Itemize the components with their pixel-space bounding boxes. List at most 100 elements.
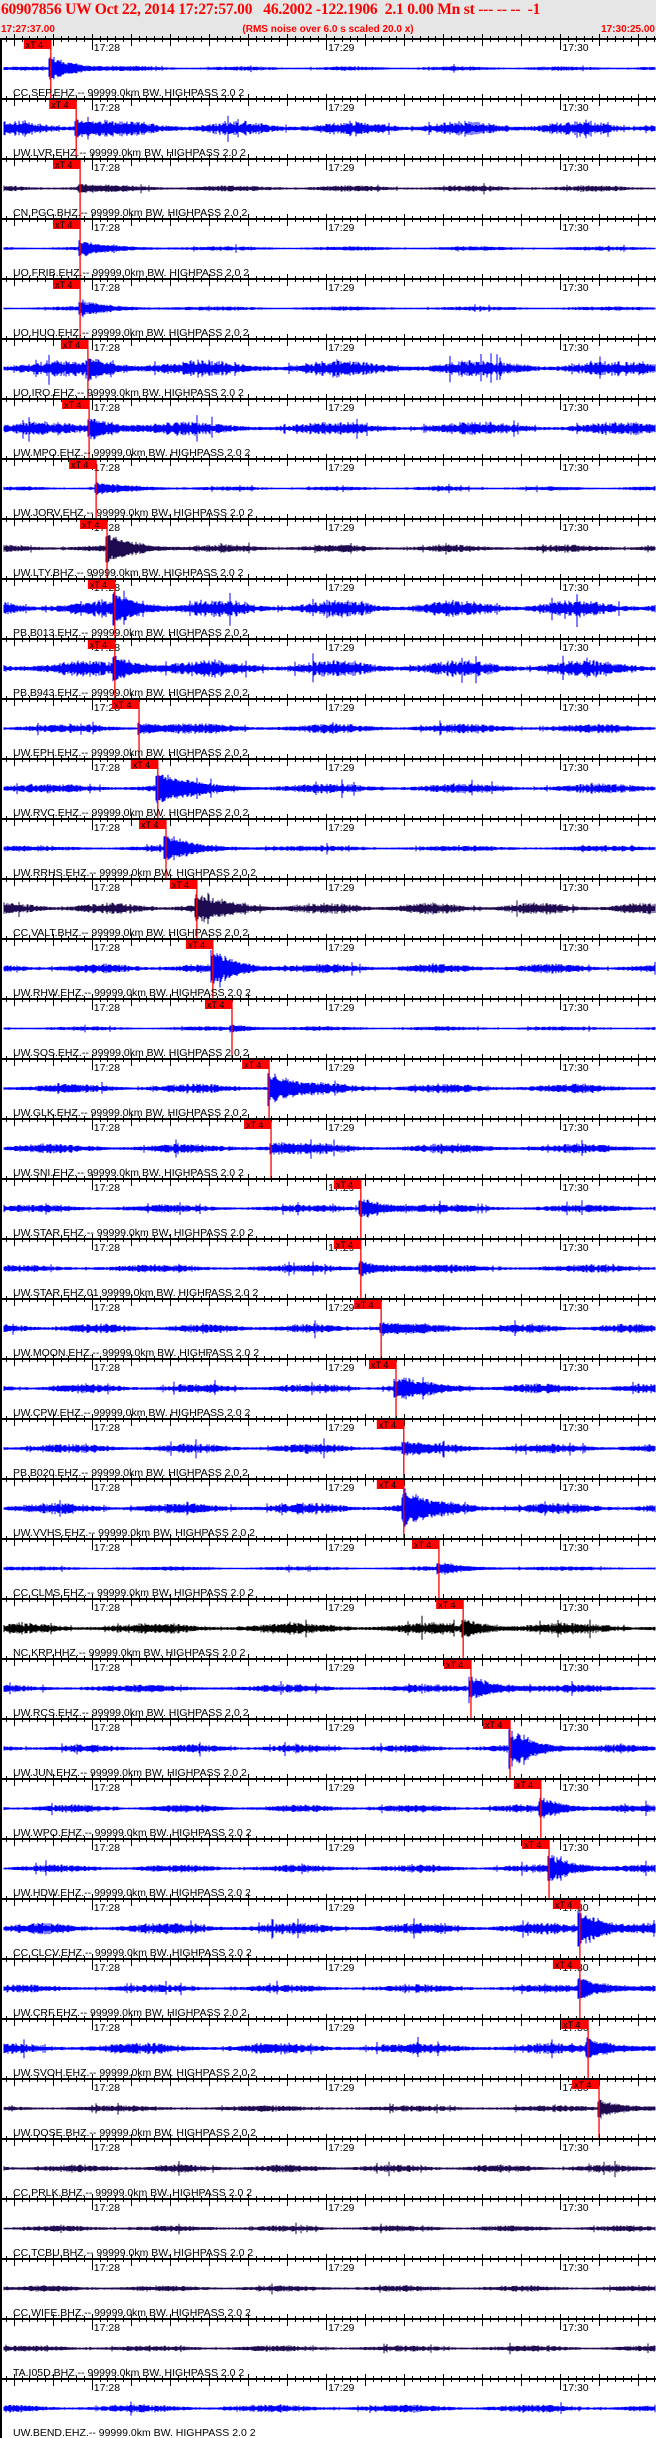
trace-plot: 17:28 17:29 17:30xT 4UW.RVC.EHZ.-- 99999.0… <box>2 754 656 819</box>
time-tick-label: 17:30 <box>562 42 588 54</box>
time-tick-label: 17:30 <box>562 1362 588 1374</box>
pick-label: xT 4 <box>379 1480 396 1490</box>
pick-label: xT 4 <box>82 520 99 530</box>
trace-plot: 17:28 17:29 17:30xT 4UW.MOON.EHZ.-- 99999.… <box>2 1294 656 1359</box>
trace-panel: 17:28 17:29 17:30 xT 4 CC.SEP.EHZ.-- 99999.0… <box>2 34 656 99</box>
trace-panel: 17:2817:2917:30xT 4UW.LTY.BHZ.-- 99999.0… <box>2 514 656 579</box>
time-tick-label: 17:28 <box>94 1842 120 1854</box>
pick-label: xT 4 <box>114 700 131 710</box>
trace-panel: 17:28 17:29 17:30 xT 4 UO.FRIB.EHZ.-- 99999.… <box>2 214 656 279</box>
time-tick-label: 17:29 <box>328 42 354 54</box>
time-tick-label: 17:29 <box>328 282 354 294</box>
time-tick-label: 17:30 <box>562 342 588 354</box>
trace-panel: 17:28 17:29 17:30 xT 4 UW.LVR.EHZ.-- 99999.0… <box>2 94 656 159</box>
trace-plot: 17:28 17:29 17:30xT 4UW.RRHS.EHZ.-- 99999.… <box>2 814 656 879</box>
trace-panel: 17:28 17:29 17:30 xT 4 CC.CLMS.EHZ.-- 99999.… <box>2 1534 656 1599</box>
pick-label: xT 4 <box>244 1060 261 1070</box>
waveform <box>3 720 656 736</box>
trace-plot: 17:28 17:29 17:30xT 4NC.KRP.HHZ.-- 99999.0… <box>2 1594 656 1659</box>
time-tick-label: 17:28 <box>94 342 120 354</box>
trace-panel: 17:28 17:29 17:30 xT 4 UW.RVC.EHZ.-- 99999.0… <box>2 754 656 819</box>
time-tick-label: 17:30 <box>562 1482 588 1494</box>
trace-panel: 17:28 17:29 17:30 xT 4 UW.EPH.EHZ.-- 99999.0… <box>2 694 656 759</box>
trace-panel: 17:28 17:29 17:30 xT 4 UW.JORV.EHZ.-- 99999.… <box>2 454 656 519</box>
time-tick-label: 17:29 <box>328 2082 354 2094</box>
time-tick-label: 17:30 <box>562 1722 588 1734</box>
pick-label: xT 4 <box>133 760 150 770</box>
trace-panel: 17:28 17:29 17:30 xT 4 UW.RHW.EHZ.-- 99999.0… <box>2 934 656 999</box>
pick-label: xT 4 <box>90 640 107 650</box>
time-tick-label: 17:28 <box>94 1122 120 1134</box>
pick-label: xT 4 <box>524 1840 541 1850</box>
pick-label: xT 4 <box>438 1600 455 1610</box>
trace-panel: 17:28 17:29 17:30 UW.BEND.EHZ.-- 99999.0km … <box>2 2374 656 2438</box>
time-tick-label: 17:28 <box>94 462 120 474</box>
time-tick-label: 17:30 <box>562 1182 588 1194</box>
time-tick-label: 17:29 <box>328 342 354 354</box>
trace-plot: 17:28 17:29 17:30xT 4UO.HUO.EHZ.-- 99999.0… <box>2 274 656 339</box>
time-tick-label: 17:30 <box>562 1602 588 1614</box>
pick-label: xT 4 <box>246 1120 263 1130</box>
time-tick-label: 17:29 <box>328 1962 354 1974</box>
time-tick-label: 17:29 <box>328 2382 354 2394</box>
time-tick-label: 17:29 <box>328 1602 354 1614</box>
trace-plot: 17:28 17:29 17:30TA.I05D.BHZ.-- 99999.0km … <box>2 2314 656 2379</box>
time-tick-label: 17:29 <box>328 762 354 774</box>
trace-plot: 17:28 17:29 17:30CC.PRLK.BHZ.-- 99999.0km … <box>2 2134 656 2199</box>
waveform <box>3 1139 656 1159</box>
trace-panel: 17:28 17:29 17:30 xT 4 UW.SNI.EHZ.-- 99999.0… <box>2 1114 656 1179</box>
time-tick-label: 17:30 <box>562 2202 588 2214</box>
trace-panel: 17:28 17:29 17:30 xT 4 UW.GLK.EHZ.-- 99999.0… <box>2 1054 656 1119</box>
time-tick-label: 17:28 <box>94 762 120 774</box>
pick-label: xT 4 <box>563 2020 580 2030</box>
pick-label: xT 4 <box>172 880 189 890</box>
trace-plot: 17:28 17:29 17:30xT 4UO.IRO.EHZ.-- 99999.0… <box>2 334 656 399</box>
time-tick-label: 17:30 <box>562 702 588 714</box>
time-tick-label: 17:28 <box>94 1542 120 1554</box>
trace-plot: 17:28 17:29 17:30 UW.BEND.EHZ.-- 99999.0km … <box>2 2374 656 2438</box>
waveform <box>3 240 656 257</box>
time-tick-label: 17:29 <box>328 222 354 234</box>
pick-label: xT 4 <box>51 100 68 110</box>
waveform <box>3 774 656 804</box>
trace-plot: 17:28 17:29 17:30CC.TCBU.BHZ.-- 99999.0km … <box>2 2194 656 2259</box>
pick-label: xT 4 <box>371 1360 388 1370</box>
time-tick-label: 17:28 <box>94 882 120 894</box>
waveform <box>3 415 656 442</box>
time-tick-label: 17:30 <box>562 2382 588 2394</box>
pick-label: xT 4 <box>64 400 81 410</box>
waveform <box>3 482 656 495</box>
time-tick-label: 17:28 <box>94 1242 120 1254</box>
time-tick-label: 17:29 <box>328 2202 354 2214</box>
time-tick-label: 17:28 <box>94 1062 120 1074</box>
time-tick-label: 17:28 <box>94 2082 120 2094</box>
time-tick-label: 17:30 <box>562 762 588 774</box>
trace-plot: 17:28 17:29 17:30xT 4UW.RCS.EHZ.-- 99999.0… <box>2 1654 656 1719</box>
pick-label: xT 4 <box>90 580 107 590</box>
time-tick-label: 17:30 <box>562 822 588 834</box>
time-tick-label: 17:29 <box>328 882 354 894</box>
time-tick-label: 17:28 <box>94 1482 120 1494</box>
time-tick-label: 17:30 <box>562 222 588 234</box>
waveform <box>3 2037 656 2059</box>
trace-panel: 17:2817:2917:30xT 4UW.STAR.EHZ.01 99999.… <box>2 1234 656 1299</box>
time-tick-label: 17:30 <box>562 1062 588 1074</box>
trace-plot: 17:2817:2917:30xT 4PB.B013.EHZ.-- 99999.… <box>2 574 656 639</box>
time-tick-label: 17:28 <box>94 1362 120 1374</box>
time-tick-label: 17:30 <box>562 282 588 294</box>
trace-panel: 17:28 17:29 17:30 xT 4 PB.B020.EHZ.-- 99999.… <box>2 1414 656 1479</box>
pick-label: xT 4 <box>574 2080 591 2090</box>
time-tick-label: 17:29 <box>328 1362 354 1374</box>
time-tick-label: 17:28 <box>94 402 120 414</box>
trace-plot: 17:2817:2917:30xT 4UW.SVOH.EHZ.-- 99999.… <box>2 2014 656 2079</box>
pick-label: xT 4 <box>55 220 72 230</box>
seismogram-record-section: 17:28 17:29 17:30 xT 4 CC.SEP.EHZ.-- 99999.0… <box>0 34 656 2438</box>
waveform <box>3 115 656 142</box>
waveform <box>3 836 656 861</box>
time-tick-label: 17:29 <box>328 1662 354 1674</box>
pick-label: xT 4 <box>555 1960 572 1970</box>
trace-plot: 17:2817:2917:30xT 4UW.STAR.EHZ.-- 99999.… <box>2 1174 656 1239</box>
time-tick-label: 17:30 <box>562 1122 588 1134</box>
waveform <box>3 950 656 988</box>
waveform <box>3 2160 656 2178</box>
